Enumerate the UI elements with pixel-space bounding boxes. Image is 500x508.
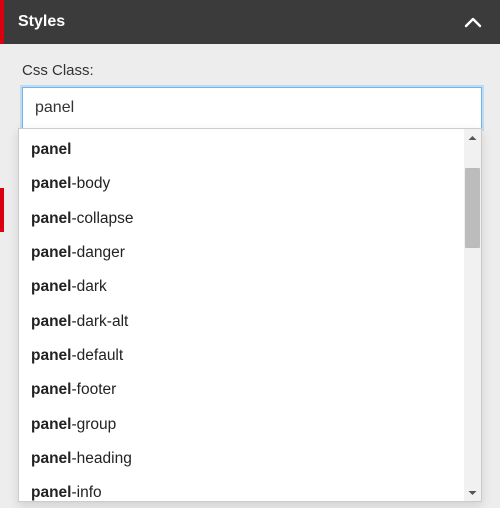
autocomplete-match: panel [31, 381, 71, 398]
autocomplete-suffix: -group [71, 416, 116, 433]
scroll-down-icon[interactable] [464, 484, 481, 501]
styles-panel-header[interactable]: Styles [0, 0, 500, 44]
css-class-label: Css Class: [22, 62, 482, 79]
autocomplete-suffix: -info [71, 484, 101, 501]
panel-title: Styles [18, 13, 65, 31]
autocomplete-suffix: -footer [71, 381, 116, 398]
scrollbar[interactable] [464, 129, 481, 501]
autocomplete-item[interactable]: panel [19, 133, 464, 167]
autocomplete-item[interactable]: panel-danger [19, 236, 464, 270]
autocomplete-item[interactable]: panel-heading [19, 442, 464, 476]
autocomplete-item[interactable]: panel-collapse [19, 202, 464, 236]
autocomplete-suffix: -collapse [71, 210, 133, 227]
autocomplete-match: panel [31, 313, 71, 330]
chevron-up-icon[interactable] [464, 16, 482, 28]
autocomplete-dropdown: panelpanel-bodypanel-collapsepanel-dange… [18, 128, 482, 502]
autocomplete-suffix: -body [71, 175, 110, 192]
autocomplete-item[interactable]: panel-dark [19, 270, 464, 304]
autocomplete-suffix: -danger [71, 244, 124, 261]
css-class-input[interactable] [22, 87, 482, 129]
autocomplete-item[interactable]: panel-group [19, 408, 464, 442]
autocomplete-suffix: -dark-alt [71, 313, 128, 330]
autocomplete-match: panel [31, 278, 71, 295]
autocomplete-suffix: -default [71, 347, 123, 364]
autocomplete-item[interactable]: panel-body [19, 167, 464, 201]
autocomplete-match: panel [31, 244, 71, 261]
scroll-track[interactable] [464, 146, 481, 484]
autocomplete-suffix: -heading [71, 450, 131, 467]
autocomplete-suffix: -dark [71, 278, 106, 295]
form-area: Css Class: [0, 44, 500, 139]
collapsed-section-accent [0, 188, 4, 232]
autocomplete-match: panel [31, 210, 71, 227]
autocomplete-item[interactable]: panel-dark-alt [19, 305, 464, 339]
autocomplete-match: panel [31, 347, 71, 364]
autocomplete-match: panel [31, 450, 71, 467]
autocomplete-item[interactable]: panel-default [19, 339, 464, 373]
autocomplete-item[interactable]: panel-footer [19, 373, 464, 407]
styles-panel: Styles Css Class: panelpanel-bodypanel-c… [0, 0, 500, 508]
scroll-up-icon[interactable] [464, 129, 481, 146]
autocomplete-list[interactable]: panelpanel-bodypanel-collapsepanel-dange… [19, 129, 464, 501]
autocomplete-match: panel [31, 175, 71, 192]
autocomplete-match: panel [31, 484, 71, 501]
scroll-thumb[interactable] [465, 168, 480, 248]
autocomplete-match: panel [31, 416, 71, 433]
autocomplete-match: panel [31, 141, 71, 158]
autocomplete-item[interactable]: panel-info [19, 476, 464, 501]
